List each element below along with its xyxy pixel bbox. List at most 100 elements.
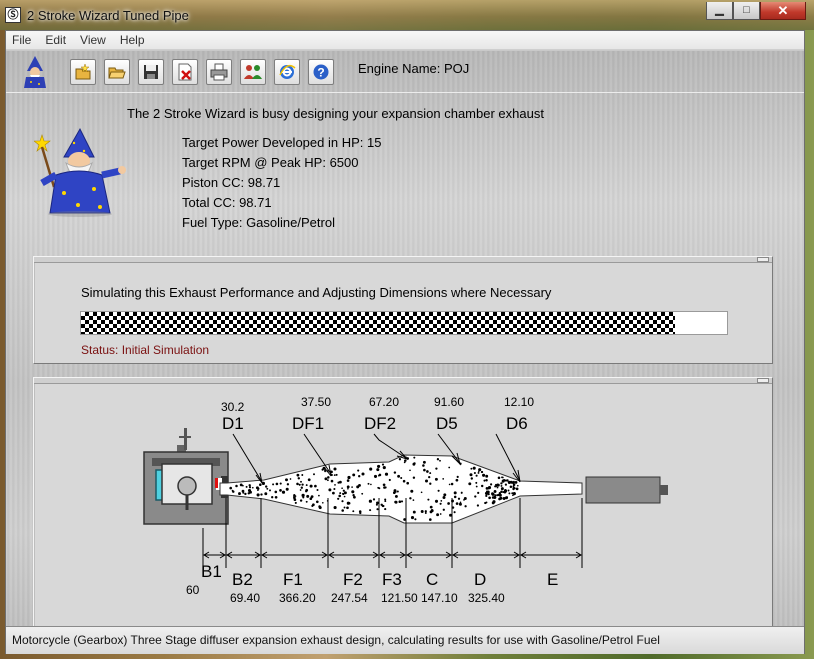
wizard-logo-icon	[24, 56, 46, 88]
particle	[485, 501, 488, 504]
particle	[496, 486, 499, 489]
menu-file[interactable]: File	[6, 33, 38, 47]
particle	[436, 458, 440, 461]
toolbar-divider	[6, 92, 804, 93]
particle	[508, 492, 511, 495]
expansion-chamber	[219, 454, 668, 524]
df1-label: DF1	[292, 414, 324, 433]
particle	[428, 518, 432, 521]
particle	[429, 472, 432, 475]
particle	[235, 484, 238, 488]
particle	[351, 486, 353, 488]
menu-edit[interactable]: Edit	[38, 33, 73, 47]
menu-help[interactable]: Help	[113, 33, 152, 47]
particle	[265, 485, 268, 488]
particle	[342, 489, 345, 492]
particle	[305, 500, 308, 503]
particle	[378, 473, 382, 477]
dimension-arrow	[379, 551, 406, 559]
maximize-button[interactable]: □	[733, 2, 760, 20]
particle	[321, 501, 324, 504]
b2-label: B2	[232, 570, 253, 589]
particle	[410, 489, 414, 493]
particle	[493, 495, 497, 499]
particle	[271, 496, 274, 499]
particle	[311, 504, 314, 507]
svg-text:?: ?	[317, 66, 324, 80]
particle	[439, 502, 442, 505]
minimize-button[interactable]: ▁	[706, 2, 733, 20]
particle	[305, 490, 308, 493]
particle	[505, 496, 508, 500]
particle	[300, 480, 302, 483]
particle	[343, 491, 347, 495]
print-button[interactable]	[206, 59, 232, 85]
particle	[500, 484, 503, 487]
particle	[272, 483, 275, 486]
particle	[409, 497, 412, 500]
particle	[318, 506, 322, 510]
particle	[285, 478, 288, 482]
dimension-arrow	[520, 551, 582, 559]
particle	[381, 463, 385, 466]
particle	[413, 456, 416, 459]
particle	[264, 492, 268, 496]
internet-explorer-icon	[279, 64, 296, 79]
particle	[247, 488, 252, 493]
new-icon	[75, 63, 91, 80]
particle	[370, 483, 372, 486]
particle	[376, 508, 379, 511]
section-labels: B1 60 B2 69.40 F1 366.20 F2 247.54 F3 12…	[186, 562, 558, 605]
internet-button[interactable]	[274, 59, 300, 85]
particle	[412, 510, 416, 514]
people-icon	[244, 65, 262, 79]
particle	[333, 487, 336, 491]
e-label: E	[547, 570, 558, 589]
dimension-arrow	[328, 551, 379, 559]
particle	[343, 495, 346, 498]
particle	[376, 468, 380, 472]
particle	[372, 498, 376, 501]
particle	[384, 508, 387, 511]
particle	[274, 490, 278, 494]
particle	[429, 482, 432, 485]
particle	[406, 481, 410, 485]
particle	[343, 506, 346, 509]
open-button[interactable]	[104, 59, 130, 85]
app-icon[interactable]: Ⓢ	[5, 7, 21, 23]
menu-view[interactable]: View	[73, 33, 113, 47]
new-button[interactable]	[70, 59, 96, 85]
particle	[373, 474, 378, 478]
particle	[420, 510, 424, 513]
particle	[300, 486, 303, 489]
particle	[514, 480, 518, 484]
panel-collapse-button[interactable]	[757, 257, 769, 262]
particle	[485, 474, 489, 478]
particle	[487, 487, 490, 490]
particle	[439, 513, 442, 515]
particle	[453, 511, 456, 514]
delete-button[interactable]	[172, 59, 198, 85]
save-button[interactable]	[138, 59, 164, 85]
particle	[501, 476, 503, 479]
particle	[337, 497, 340, 500]
close-button[interactable]: ✕	[760, 2, 806, 20]
help-button[interactable]: ?	[308, 59, 334, 85]
particle	[313, 473, 315, 476]
window-frame: File Edit View Help ? Engine Name: POJ T…	[5, 30, 805, 654]
d6-label: D6	[506, 414, 528, 433]
particle	[429, 505, 433, 509]
particle	[440, 500, 443, 502]
particle	[302, 496, 305, 499]
particle	[455, 502, 459, 505]
piston-cc: Piston CC: 98.71	[182, 175, 281, 190]
particle	[509, 485, 513, 488]
particle	[333, 474, 336, 477]
particle	[423, 468, 426, 472]
total-cc: Total CC: 98.71	[182, 195, 272, 210]
particle	[393, 489, 397, 493]
title-bar[interactable]: Ⓢ 2 Stroke Wizard Tuned Pipe ▁ □ ✕	[0, 0, 814, 30]
particle	[402, 479, 406, 483]
particle	[491, 501, 495, 505]
users-button[interactable]	[240, 59, 266, 85]
